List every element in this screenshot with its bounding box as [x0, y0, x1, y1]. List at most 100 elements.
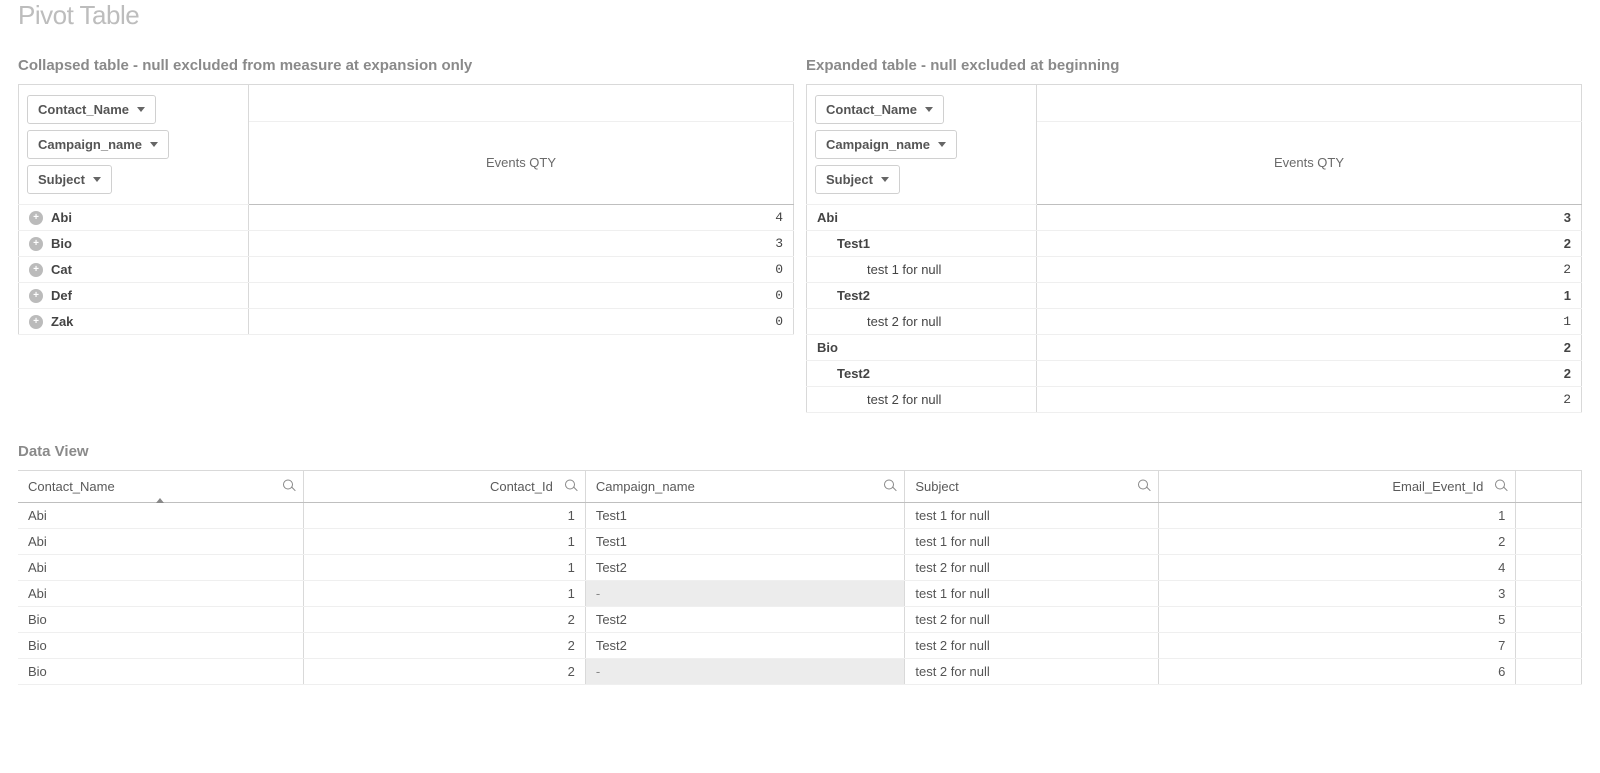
collapsed-title: Collapsed table - null excluded from mea… — [18, 57, 794, 74]
row-label: +Abi — [19, 205, 249, 231]
row-value: 0 — [249, 309, 794, 335]
data-view-title: Data View — [18, 443, 1582, 460]
table-row[interactable]: Test12 — [807, 231, 1582, 257]
row-value: 2 — [1037, 335, 1582, 361]
cell: test 1 for null — [905, 581, 1159, 607]
column-header-label: Email_Event_Id — [1392, 479, 1505, 494]
row-value: 1 — [1037, 309, 1582, 335]
row-label: Bio — [807, 335, 1037, 361]
column-header-label: Subject — [915, 479, 958, 494]
cell-blank — [1516, 555, 1582, 581]
cell-blank — [1516, 633, 1582, 659]
dim-chip-label: Campaign_name — [38, 137, 142, 152]
cell-blank — [1516, 581, 1582, 607]
table-row[interactable]: test 1 for null2 — [807, 257, 1582, 283]
table-row[interactable]: Bio2-test 2 for null6 — [18, 659, 1582, 685]
column-header-campaign_name[interactable]: Campaign_name — [585, 471, 905, 503]
expand-icon[interactable]: + — [29, 315, 43, 329]
cell: 1 — [303, 555, 585, 581]
column-header-contact_name[interactable]: Contact_Name — [18, 471, 303, 503]
cell: 1 — [303, 529, 585, 555]
collapsed-blank-header — [249, 85, 794, 122]
row-label: +Zak — [19, 309, 249, 335]
cell: 4 — [1159, 555, 1516, 581]
search-icon[interactable] — [884, 479, 896, 494]
table-row[interactable]: +Zak0 — [19, 309, 794, 335]
search-icon[interactable] — [1138, 479, 1150, 494]
row-label: +Def — [19, 283, 249, 309]
expanded-measure-header: Events QTY — [1037, 121, 1582, 204]
table-row[interactable]: Abi1Test1test 1 for null1 — [18, 503, 1582, 529]
table-row[interactable]: +Cat0 — [19, 257, 794, 283]
search-icon[interactable] — [1495, 479, 1507, 494]
row-value: 3 — [249, 231, 794, 257]
chevron-down-icon — [881, 177, 889, 182]
cell: 2 — [303, 659, 585, 685]
expand-icon[interactable]: + — [29, 289, 43, 303]
table-row[interactable]: Bio2Test2test 2 for null7 — [18, 633, 1582, 659]
table-row[interactable]: Test21 — [807, 283, 1582, 309]
row-value: 2 — [1037, 361, 1582, 387]
table-row[interactable]: test 2 for null1 — [807, 309, 1582, 335]
collapsed-dim-header: Contact_Name Campaign_name Subject — [19, 85, 249, 205]
table-row[interactable]: test 2 for null2 — [807, 387, 1582, 413]
row-label: test 2 for null — [807, 387, 1037, 413]
expand-icon[interactable]: + — [29, 263, 43, 277]
table-row[interactable]: + Bio 3 — [19, 231, 794, 257]
table-row[interactable]: +Abi4 — [19, 205, 794, 231]
row-label: +Cat — [19, 257, 249, 283]
cell: 7 — [1159, 633, 1516, 659]
cell: Test2 — [585, 607, 905, 633]
table-row[interactable]: Bio2Test2test 2 for null5 — [18, 607, 1582, 633]
table-row[interactable]: Test22 — [807, 361, 1582, 387]
collapsed-dim-chip-subject[interactable]: Subject — [27, 165, 112, 194]
cell: test 1 for null — [905, 529, 1159, 555]
expand-icon[interactable]: + — [29, 237, 43, 251]
cell-blank — [1516, 503, 1582, 529]
cell-blank — [1516, 659, 1582, 685]
column-header-label: Contact_Id — [490, 479, 575, 494]
table-row[interactable]: Abi1Test2test 2 for null4 — [18, 555, 1582, 581]
column-header-label: Contact_Name — [28, 479, 115, 494]
search-icon[interactable] — [565, 479, 577, 494]
cell: - — [585, 659, 905, 685]
dim-chip-label: Contact_Name — [826, 102, 917, 117]
row-label: test 2 for null — [807, 309, 1037, 335]
row-label: Test1 — [807, 231, 1037, 257]
search-icon[interactable] — [283, 479, 295, 494]
chevron-down-icon — [137, 107, 145, 112]
collapsed-dim-chip-contact_name[interactable]: Contact_Name — [27, 95, 156, 124]
table-row[interactable]: Abi1Test1test 1 for null2 — [18, 529, 1582, 555]
row-label-text: Bio — [51, 236, 72, 251]
cell: Bio — [18, 633, 303, 659]
row-value: 3 — [1037, 205, 1582, 231]
column-header-email_event_id[interactable]: Email_Event_Id — [1159, 471, 1516, 503]
cell: Test1 — [585, 503, 905, 529]
expanded-title: Expanded table - null excluded at beginn… — [806, 57, 1582, 74]
cell: Abi — [18, 503, 303, 529]
table-row[interactable]: +Def0 — [19, 283, 794, 309]
row-value: 0 — [249, 283, 794, 309]
row-value: 4 — [249, 205, 794, 231]
table-row[interactable]: Abi3 — [807, 205, 1582, 231]
table-row[interactable]: Abi1-test 1 for null3 — [18, 581, 1582, 607]
cell: Abi — [18, 529, 303, 555]
cell-blank — [1516, 607, 1582, 633]
cell: test 2 for null — [905, 659, 1159, 685]
table-row[interactable]: Bio2 — [807, 335, 1582, 361]
column-header-contact_id[interactable]: Contact_Id — [303, 471, 585, 503]
cell: 5 — [1159, 607, 1516, 633]
row-value: 2 — [1037, 387, 1582, 413]
expanded-dim-chip-campaign_name[interactable]: Campaign_name — [815, 130, 957, 159]
row-value: 0 — [249, 257, 794, 283]
cell: test 2 for null — [905, 633, 1159, 659]
collapsed-dim-chip-campaign_name[interactable]: Campaign_name — [27, 130, 169, 159]
row-value: 2 — [1037, 257, 1582, 283]
column-header-subject[interactable]: Subject — [905, 471, 1159, 503]
chevron-down-icon — [150, 142, 158, 147]
expanded-dim-chip-subject[interactable]: Subject — [815, 165, 900, 194]
row-value: 2 — [1037, 231, 1582, 257]
expand-icon[interactable]: + — [29, 211, 43, 225]
expanded-dim-chip-contact_name[interactable]: Contact_Name — [815, 95, 944, 124]
cell: test 2 for null — [905, 607, 1159, 633]
